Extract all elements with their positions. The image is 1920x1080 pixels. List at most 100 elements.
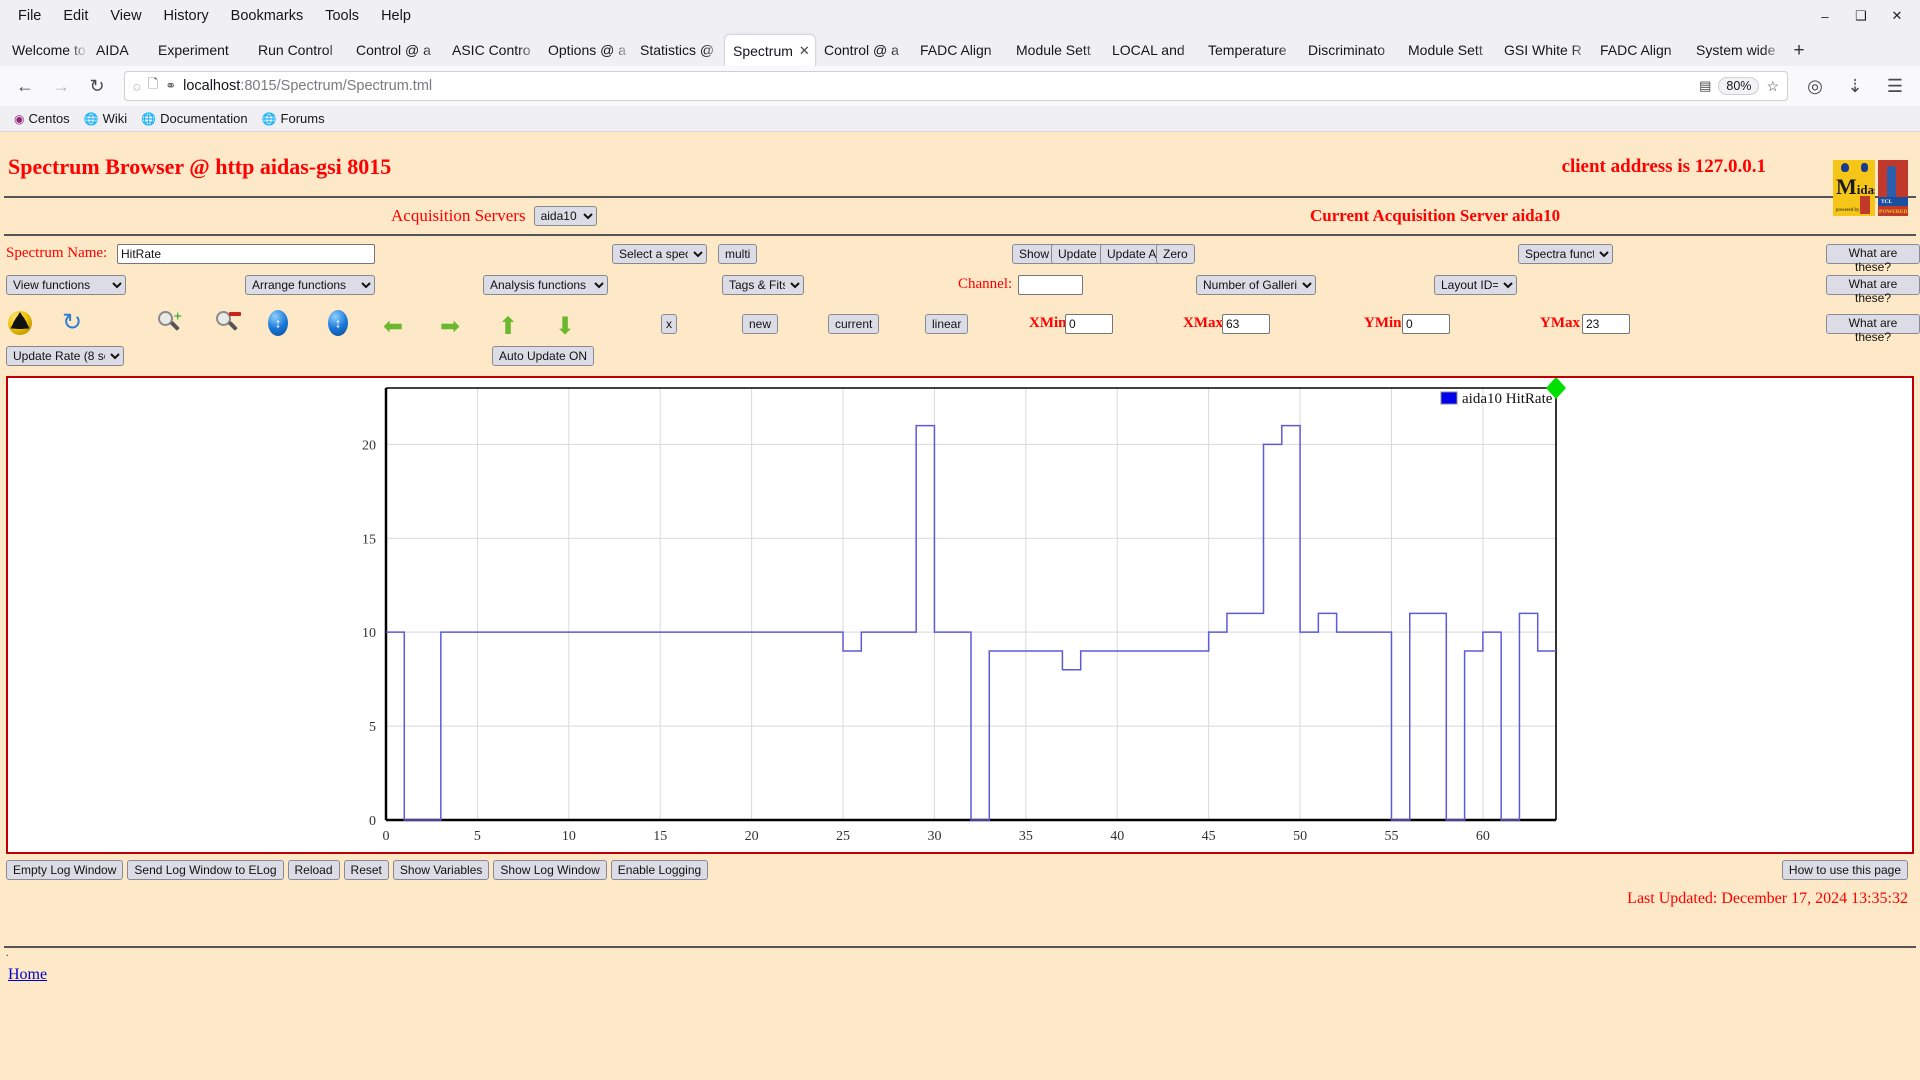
send-log-to-elog-button[interactable]: Send Log Window to ELog — [127, 860, 283, 880]
page-info-icon: 🗋 — [148, 75, 158, 97]
xmax-input[interactable] — [1222, 314, 1270, 334]
select-spectrum-dropdown[interactable]: Select a spectrum — [612, 244, 707, 264]
zoom-in-icon[interactable]: + — [157, 310, 185, 338]
menu-history[interactable]: History — [154, 5, 219, 27]
reload-icon[interactable]: ↻ — [82, 71, 112, 101]
reader-mode-icon[interactable]: ▤ — [1699, 78, 1711, 94]
bookmark-wiki[interactable]: 🌐Wiki — [84, 111, 128, 126]
svg-text:55: 55 — [1384, 829, 1398, 844]
refresh-icon[interactable]: ↻ — [62, 310, 90, 338]
tab-module-sett-2[interactable]: Module Sett — [1400, 34, 1496, 66]
what-are-these-button-2[interactable]: What are these? — [1826, 275, 1920, 295]
how-to-use-page-button[interactable]: How to use this page — [1782, 860, 1908, 880]
zoom-level-badge[interactable]: 80% — [1718, 77, 1759, 95]
tab-run-control[interactable]: Run Control — [250, 34, 348, 66]
tab-system-wide[interactable]: System wide — [1688, 34, 1784, 66]
tab-experiment[interactable]: Experiment — [150, 34, 250, 66]
update-rate-dropdown[interactable]: Update Rate (8 secs) — [6, 346, 124, 366]
what-are-these-button-1[interactable]: What are these? — [1826, 244, 1920, 264]
tab-module-sett-1[interactable]: Module Sett — [1008, 34, 1104, 66]
downloads-icon[interactable]: ⇣ — [1840, 71, 1870, 101]
spectrum-name-input[interactable] — [117, 244, 375, 264]
xmin-input[interactable] — [1065, 314, 1113, 334]
home-link[interactable]: Home — [8, 966, 47, 984]
show-variables-button[interactable]: Show Variables — [393, 860, 490, 880]
svg-text:40: 40 — [1110, 829, 1124, 844]
tab-control-2[interactable]: Control @ a — [816, 34, 912, 66]
x-button[interactable]: x — [661, 314, 677, 334]
tab-statistics[interactable]: Statistics @ — [632, 34, 724, 66]
reset-button[interactable]: Reset — [344, 860, 389, 880]
multi-button[interactable]: multi — [718, 244, 757, 264]
back-icon[interactable]: ← — [10, 71, 40, 101]
menu-help[interactable]: Help — [371, 5, 421, 27]
tab-spectrum[interactable]: Spectrum ✕ — [724, 34, 816, 66]
menu-tools[interactable]: Tools — [315, 5, 369, 27]
tab-label: ASIC Contro — [452, 42, 531, 58]
forward-icon[interactable]: → — [46, 71, 76, 101]
tags-and-fits-dropdown[interactable]: Tags & Fits — [722, 275, 804, 295]
tab-fadc-align-2[interactable]: FADC Align — [1592, 34, 1688, 66]
url-bar[interactable]: ◌ 🗋 ⚭ localhost:8015/Spectrum/Spectrum.t… — [124, 71, 1788, 101]
ymin-input[interactable] — [1402, 314, 1450, 334]
new-button[interactable]: new — [742, 314, 778, 334]
arrow-down-icon[interactable]: ⬇ — [555, 312, 583, 340]
tab-close-icon[interactable]: ✕ — [799, 43, 810, 59]
app-menu-icon[interactable]: ☰ — [1880, 71, 1910, 101]
acquisition-server-select[interactable]: aida10 — [534, 206, 597, 226]
arrange-functions-dropdown[interactable]: Arrange functions — [245, 275, 375, 295]
radiation-icon[interactable] — [8, 311, 36, 339]
tab-discriminator[interactable]: Discriminato — [1300, 34, 1400, 66]
pocket-icon[interactable]: ◎ — [1800, 71, 1830, 101]
reload-button[interactable]: Reload — [288, 860, 340, 880]
tab-local-and[interactable]: LOCAL and — [1104, 34, 1200, 66]
zero-button[interactable]: Zero — [1156, 244, 1195, 264]
view-functions-dropdown[interactable]: View functions — [6, 275, 126, 295]
divider-mid — [4, 234, 1916, 236]
tab-fadc-align-1[interactable]: FADC Align — [912, 34, 1008, 66]
analysis-functions-dropdown[interactable]: Analysis functions — [483, 275, 608, 295]
ymax-label: YMax — [1540, 315, 1580, 332]
show-log-window-button[interactable]: Show Log Window — [493, 860, 606, 880]
spectrum-chart[interactable]: 05101520051015202530354045505560aida10 H… — [6, 376, 1914, 854]
menu-bookmarks[interactable]: Bookmarks — [221, 5, 314, 27]
menu-view[interactable]: View — [100, 5, 151, 27]
spectra-functions-dropdown[interactable]: Spectra functions — [1518, 244, 1613, 264]
arrow-left-icon[interactable]: ⬅ — [383, 312, 411, 340]
number-of-galleries-dropdown[interactable]: Number of Galleries — [1196, 275, 1316, 295]
channel-input[interactable] — [1018, 275, 1083, 295]
expand-vertical-icon[interactable]: ↕ — [328, 310, 356, 338]
tab-aida[interactable]: AIDA — [88, 34, 150, 66]
update-button[interactable]: Update — [1051, 244, 1104, 264]
what-are-these-button-3[interactable]: What are these? — [1826, 314, 1920, 334]
tab-options[interactable]: Options @ a — [540, 34, 632, 66]
zoom-out-icon[interactable] — [215, 310, 243, 338]
tab-label: FADC Align — [1600, 42, 1672, 58]
tab-asic-control[interactable]: ASIC Contro — [444, 34, 540, 66]
arrow-right-icon[interactable]: ➡ — [440, 312, 468, 340]
close-window-icon[interactable]: ✕ — [1880, 2, 1914, 30]
maximize-icon[interactable]: ❑ — [1844, 2, 1878, 30]
bookmark-centos[interactable]: ◉Centos — [14, 111, 70, 126]
empty-log-window-button[interactable]: Empty Log Window — [6, 860, 123, 880]
new-tab-button[interactable]: + — [1784, 36, 1814, 66]
bookmark-forums[interactable]: 🌐Forums — [262, 111, 325, 126]
minimize-icon[interactable]: – — [1808, 2, 1842, 30]
shrink-vertical-icon[interactable]: ↕ — [268, 310, 296, 338]
tab-control-1[interactable]: Control @ a — [348, 34, 444, 66]
enable-logging-button[interactable]: Enable Logging — [611, 860, 708, 880]
ymax-input[interactable] — [1582, 314, 1630, 334]
tab-temperature[interactable]: Temperature — [1200, 34, 1300, 66]
layout-id-dropdown[interactable]: Layout ID=1 — [1434, 275, 1517, 295]
menu-file[interactable]: File — [8, 5, 51, 27]
tab-gsi-white-r[interactable]: GSI White R — [1496, 34, 1592, 66]
bookmark-star-icon[interactable]: ☆ — [1766, 78, 1779, 95]
auto-update-button[interactable]: Auto Update ON — [492, 346, 594, 366]
linear-button[interactable]: linear — [925, 314, 968, 334]
show-button[interactable]: Show — [1012, 244, 1056, 264]
arrow-up-icon[interactable]: ⬆ — [498, 312, 526, 340]
tab-welcome[interactable]: Welcome to — [4, 34, 88, 66]
current-button[interactable]: current — [828, 314, 879, 334]
menu-edit[interactable]: Edit — [53, 5, 98, 27]
bookmark-documentation[interactable]: 🌐Documentation — [141, 111, 247, 126]
